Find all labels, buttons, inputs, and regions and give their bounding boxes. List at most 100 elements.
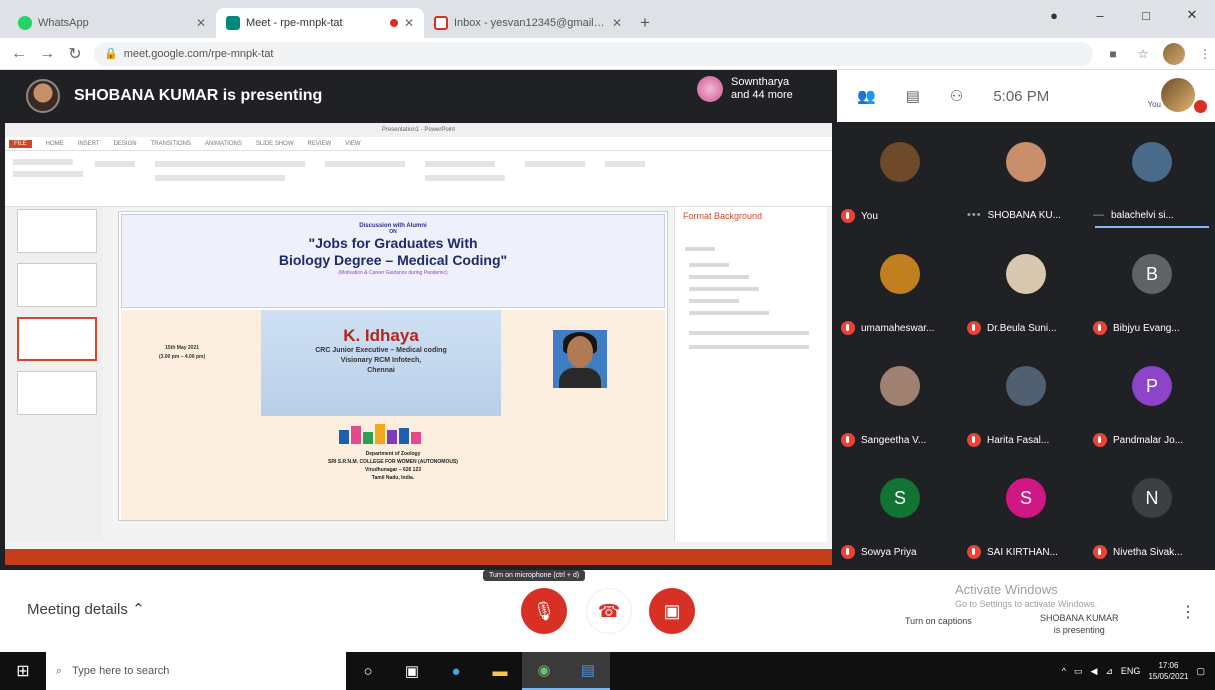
network-icon[interactable]: ⊿ (1105, 666, 1113, 677)
activate-windows-watermark: Activate Windows Go to Settings to activ… (955, 582, 1097, 612)
gmail-icon (434, 16, 448, 30)
close-icon[interactable]: ✕ (404, 16, 414, 30)
notification-badge (1194, 100, 1207, 113)
leave-call-button[interactable]: ☎ (586, 588, 632, 634)
cortana-icon[interactable]: ○ (346, 652, 390, 690)
participant-avatar: S (880, 478, 920, 518)
ribbon-tab: SLIDE SHOW (255, 140, 294, 147)
minimize-icon[interactable]: – (1077, 0, 1123, 30)
forward-icon[interactable]: → (38, 45, 56, 63)
ppt-statusbar (5, 549, 832, 565)
participant-tile[interactable]: — balachelvi si... (1089, 122, 1215, 234)
college-logo (339, 424, 421, 444)
participant-label: Sowya Priya (841, 545, 959, 559)
mic-muted-icon (967, 321, 981, 335)
edge-icon[interactable]: ● (434, 652, 478, 690)
participant-tile[interactable]: B Bibjyu Evang... (1089, 234, 1215, 346)
taskbar-clock[interactable]: 17:06 15/05/2021 (1148, 660, 1188, 682)
presenting-text: is presenting (1053, 625, 1105, 635)
url-input[interactable]: 🔒 meet.google.com/rpe-mnpk-tat (94, 41, 1093, 66)
participant-tile[interactable]: You (837, 122, 963, 234)
participant-tile[interactable]: S Sowya Priya (837, 458, 963, 570)
slide-thumbnail[interactable] (17, 263, 97, 307)
others-indicator[interactable]: Sowntharya and 44 more (697, 76, 793, 102)
menu-icon[interactable]: ⋮ (1195, 44, 1215, 64)
close-icon[interactable]: ✕ (196, 16, 206, 30)
participant-tile[interactable]: umamaheswar... (837, 234, 963, 346)
chevron-up-icon: ⌃ (132, 601, 145, 618)
participant-tile[interactable]: Dr.Beula Suni... (963, 234, 1089, 346)
volume-icon[interactable]: ◀ (1090, 666, 1097, 677)
participant-tile[interactable]: S SAI KIRTHAN... (963, 458, 1089, 570)
language-indicator[interactable]: ENG (1121, 666, 1141, 676)
presented-screen: Presentation1 - PowerPoint FILE HOME INS… (5, 123, 832, 565)
participant-tile[interactable]: ••• SHOBANA KU... (963, 122, 1089, 234)
more-options-icon[interactable]: ⋮ (1180, 602, 1196, 622)
college-text: SRI S.R.N.M. COLLEGE FOR WOMEN (AUTONOMO… (328, 459, 458, 465)
slide-heading1: "Jobs for Graduates With (308, 235, 478, 251)
slide-thumbnail[interactable] (17, 371, 97, 415)
participant-avatar (1006, 254, 1046, 294)
activities-icon[interactable]: ⚇ (950, 87, 963, 105)
windows-start-icon[interactable]: ⊞ (0, 652, 46, 690)
participant-avatar: S (1006, 478, 1046, 518)
taskbar-search-input[interactable]: ⌕ Type here to search (46, 652, 346, 690)
ribbon-tab: ANIMATIONS (204, 140, 242, 147)
address-line1: Virudhunagar – 626 123 (364, 467, 422, 473)
participant-tile[interactable]: Harita Fasal... (963, 346, 1089, 458)
close-icon[interactable]: ✕ (612, 16, 622, 30)
participant-name: You (861, 210, 878, 222)
profile-circle-icon[interactable]: ● (1031, 0, 1077, 30)
system-tray: ^ ▭ ◀ ⊿ ENG 17:06 15/05/2021 ▢ (1062, 652, 1215, 690)
tab-meet[interactable]: Meet - rpe-mnpk-tat ✕ (216, 8, 424, 38)
meeting-details-button[interactable]: Meeting details ⌃ (27, 600, 145, 618)
participant-avatar (880, 254, 920, 294)
chevron-up-icon[interactable]: ^ (1062, 666, 1066, 676)
slide-date: 15th May 2021 (3.00 pm – 4.00 pm) (159, 344, 205, 362)
mic-muted-icon (841, 433, 855, 447)
participant-label: — balachelvi si... (1093, 209, 1211, 221)
maximize-icon[interactable]: □ (1123, 0, 1169, 30)
profile-avatar[interactable] (1163, 42, 1185, 65)
new-tab-button[interactable]: + (632, 8, 658, 38)
file-explorer-icon[interactable]: ▬ (478, 652, 522, 690)
chat-icon[interactable]: ▤ (906, 87, 920, 105)
notifications-icon[interactable]: ▢ (1196, 666, 1205, 677)
ppt-ribbon (5, 151, 832, 207)
star-icon[interactable]: ☆ (1133, 44, 1153, 64)
tab-gmail[interactable]: Inbox - yesvan12345@gmail.com ✕ (424, 8, 632, 38)
participant-tile[interactable]: N Nivetha Sivak... (1089, 458, 1215, 570)
task-view-icon[interactable]: ▣ (390, 652, 434, 690)
meeting-details-label: Meeting details (27, 601, 128, 618)
presenting-note[interactable]: SHOBANA KUMAR is presenting (1040, 612, 1119, 636)
lock-icon: 🔒 (104, 48, 118, 60)
mic-muted-icon (841, 545, 855, 559)
ribbon-tab-file: FILE (9, 139, 32, 148)
slide-thumbnail[interactable] (17, 317, 97, 361)
camera-icon[interactable]: ■ (1103, 44, 1123, 64)
ribbon-tab: HOME (45, 140, 64, 147)
self-avatar[interactable] (1161, 78, 1195, 112)
slide-thumbnail[interactable] (17, 209, 97, 253)
people-icon[interactable]: 👥 (857, 87, 876, 105)
reload-icon[interactable]: ↻ (66, 44, 84, 64)
participant-tile[interactable]: P Pandmalar Jo... (1089, 346, 1215, 458)
battery-icon[interactable]: ▭ (1074, 666, 1083, 677)
participant-tile[interactable]: Sangeetha V... (837, 346, 963, 458)
participant-name: Nivetha Sivak... (1113, 546, 1183, 558)
camera-toggle-button[interactable]: ▣ (649, 588, 695, 634)
close-window-icon[interactable]: ✕ (1169, 0, 1215, 30)
ppt-window-title: Presentation1 - PowerPoint (5, 123, 832, 137)
mic-toggle-button[interactable]: 🎙 (521, 588, 567, 634)
captions-button[interactable]: Turn on captions (905, 616, 972, 626)
ribbon-tab: REVIEW (307, 140, 332, 147)
participant-label: Dr.Beula Suni... (967, 321, 1085, 335)
back-icon[interactable]: ← (10, 45, 28, 63)
powerpoint-icon[interactable]: ▤ (566, 652, 610, 690)
hang-up-icon: ☎ (597, 600, 621, 621)
chrome-icon[interactable]: ◉ (522, 652, 566, 690)
url-text: meet.google.com/rpe-mnpk-tat (123, 47, 274, 60)
camera-off-icon: ▣ (663, 600, 681, 621)
tab-whatsapp[interactable]: WhatsApp ✕ (8, 8, 216, 38)
participant-label: umamaheswar... (841, 321, 959, 335)
